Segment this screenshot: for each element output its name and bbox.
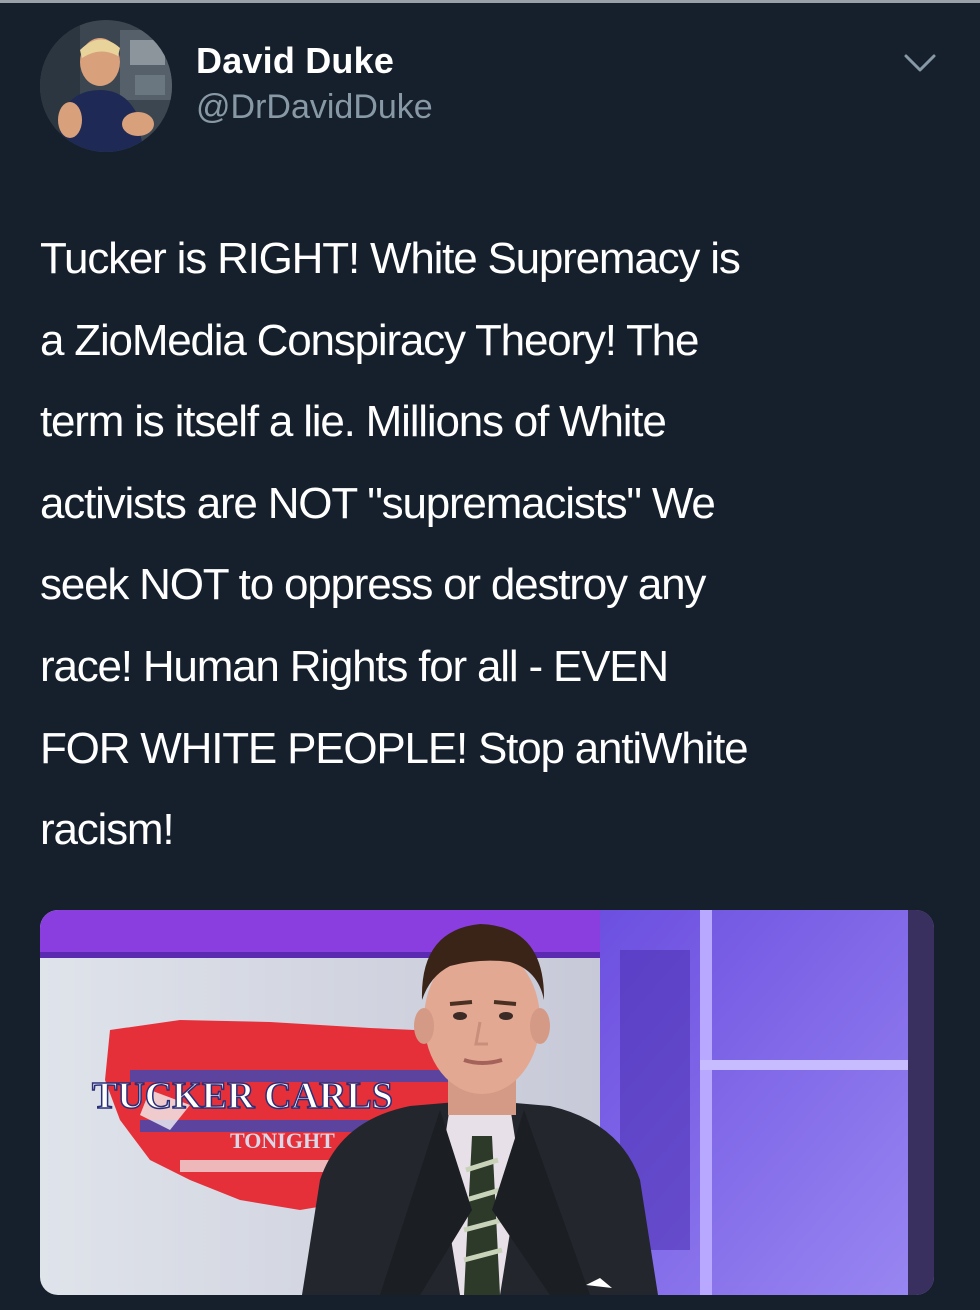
tweet-card[interactable]: David Duke @DrDavidDuke Tucker is RIGHT!… [0,0,980,1310]
author-handle[interactable]: @DrDavidDuke [196,88,433,127]
author-display-name[interactable]: David Duke [196,40,394,82]
media-overlay-subtitle: TONIGHT [230,1128,335,1153]
avatar[interactable] [40,20,172,152]
chevron-down-icon[interactable] [898,48,942,78]
media-overlay-title: TUCKER CARLS [92,1075,393,1117]
tweet-text: Tucker is RIGHT! White Supremacy is a Zi… [40,234,749,855]
tweet-media-image[interactable]: TUCKER CARLS TONIGHT [40,910,934,1295]
